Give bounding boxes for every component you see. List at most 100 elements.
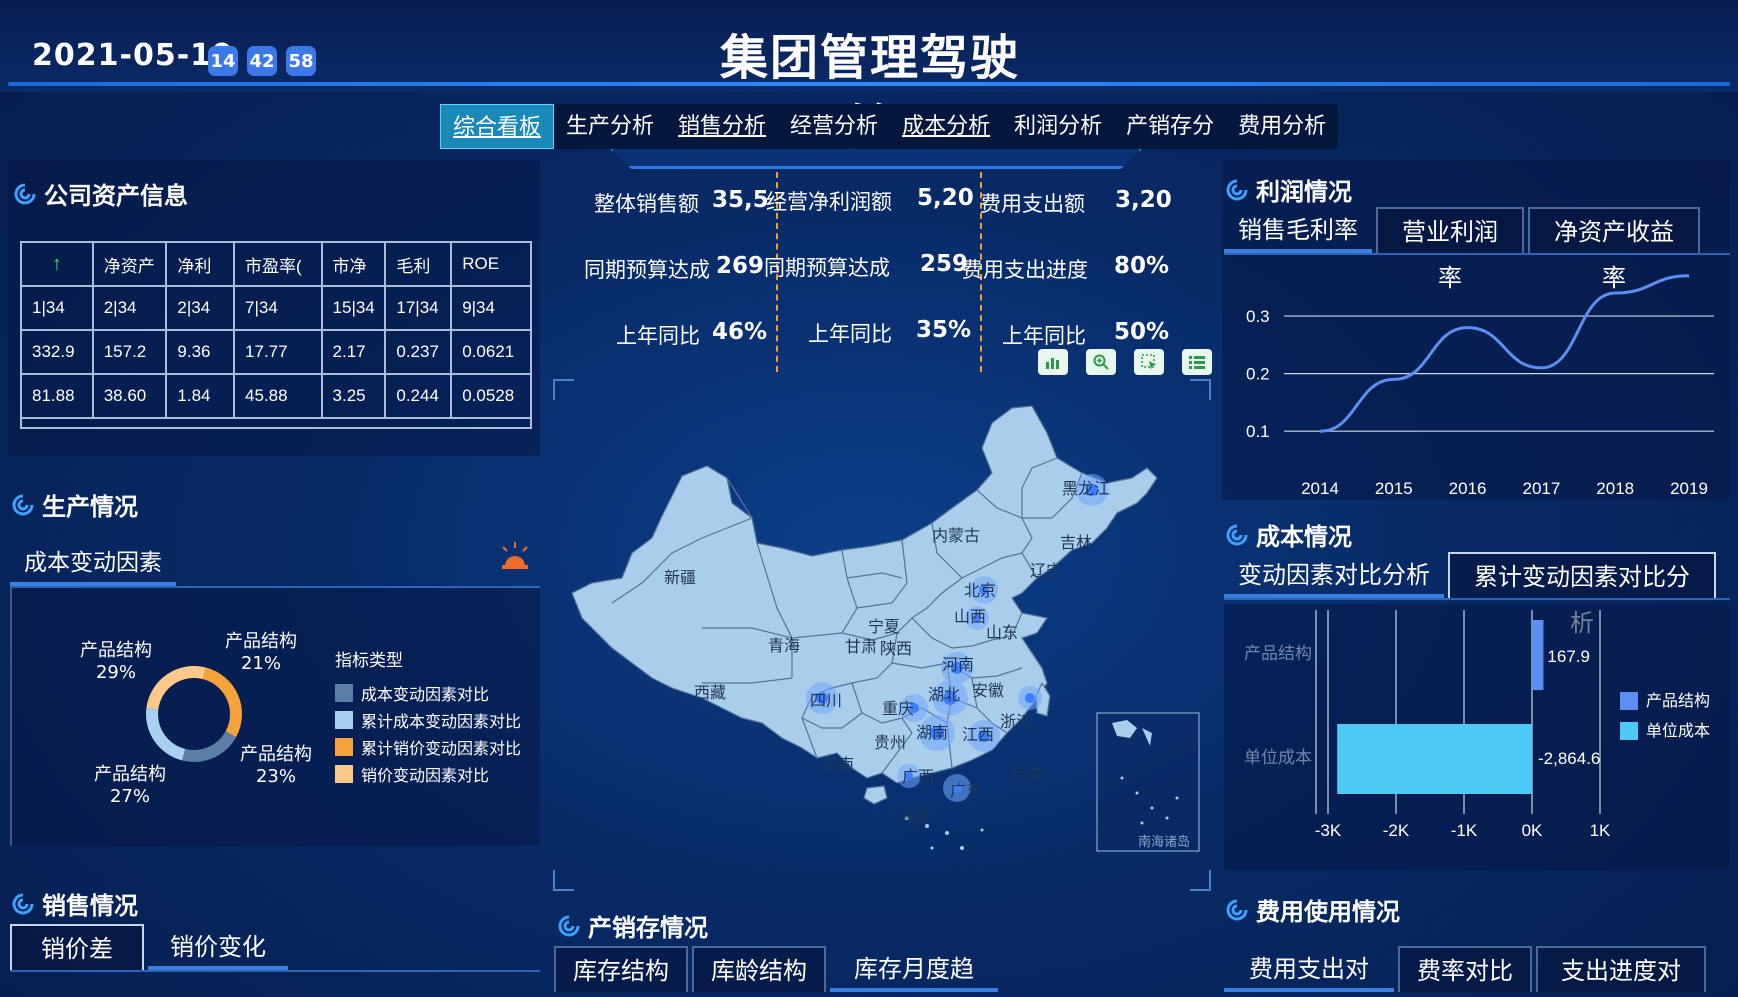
province-label: 台湾 bbox=[1010, 766, 1042, 784]
table-cell: 157.2 bbox=[91, 329, 168, 375]
kpi-label: 同期预算达成 bbox=[584, 258, 710, 282]
tab-expense-compare[interactable]: 费用支出对比 bbox=[1224, 946, 1394, 992]
swirl-icon bbox=[14, 183, 36, 204]
nav-tab-sales[interactable]: 销售分析 bbox=[666, 104, 778, 149]
time-hours: 14 bbox=[208, 46, 238, 76]
pie-slice[interactable] bbox=[202, 667, 242, 738]
tab-inventory-structure[interactable]: 库存结构 bbox=[554, 946, 688, 992]
zoom-in-icon[interactable] bbox=[1086, 349, 1116, 375]
profit-title-text: 利润情况 bbox=[1256, 178, 1352, 206]
tab-price-diff[interactable]: 销价差 bbox=[10, 924, 144, 970]
legend-item[interactable]: 销价变动因素对比 bbox=[335, 760, 521, 787]
province-label: 重庆 bbox=[882, 700, 914, 718]
data-view-icon[interactable] bbox=[1182, 349, 1212, 375]
kpi-value: 80% bbox=[1114, 253, 1170, 279]
table-cell: 0.244 bbox=[384, 373, 453, 419]
legend-swatch bbox=[335, 764, 353, 783]
nav-tab-inventory[interactable]: 产销存分 bbox=[1114, 104, 1226, 149]
kpi-label: 经营净利润额 bbox=[766, 190, 892, 214]
legend-item[interactable]: 累计销价变动因素对比 bbox=[335, 733, 521, 760]
tab-cost-factors[interactable]: 成本变动因素 bbox=[10, 540, 176, 586]
tab-rate-compare[interactable]: 费率对比 bbox=[1398, 946, 1532, 992]
nav-tab-expense[interactable]: 费用分析 bbox=[1226, 104, 1338, 149]
tab-inventory-monthly[interactable]: 库存月度趋势 bbox=[830, 946, 998, 992]
series-line[interactable] bbox=[1319, 274, 1690, 433]
nav-tab-operations[interactable]: 经营分析 bbox=[778, 104, 890, 149]
province-label: 山东 bbox=[986, 624, 1018, 642]
kpi-value: 259 bbox=[920, 251, 969, 277]
donut-label: 产品结构 21% bbox=[225, 631, 297, 674]
province-label: 海南 bbox=[898, 808, 930, 826]
tab-roe[interactable]: 净资产收益率 bbox=[1528, 207, 1700, 292]
x-tick-label: 2014 bbox=[1301, 479, 1339, 498]
alarm-icon[interactable] bbox=[498, 540, 532, 574]
province-label: 山西 bbox=[954, 608, 986, 626]
legend-item[interactable]: 成本变动因素对比 bbox=[335, 679, 521, 706]
bar-data-label: -2,864.6 bbox=[1538, 749, 1600, 768]
donut-label: 产品结构 29% bbox=[80, 640, 152, 683]
province-label: 贵州 bbox=[874, 734, 906, 752]
table-cell: 7|34 bbox=[233, 285, 323, 331]
province-label: 辽宁 bbox=[1030, 562, 1062, 580]
kpi-value: 46% bbox=[712, 319, 768, 345]
legend-item[interactable]: 累计成本变动因素对比 bbox=[335, 706, 521, 733]
bar[interactable] bbox=[1337, 724, 1532, 794]
table-header-cell: 净利 bbox=[165, 241, 236, 287]
table-cell: 15|34 bbox=[320, 285, 387, 331]
table-cell: 0.0528 bbox=[450, 373, 532, 419]
table-cell: 9|34 bbox=[450, 285, 532, 331]
inventory-section-title: 产销存情况 bbox=[558, 908, 708, 943]
assets-table: ↑ 净资产 净利 市盈率( 市净 毛利 ROE 1|34 2|34 2|34 7… bbox=[20, 241, 532, 419]
tab-operating-margin[interactable]: 营业利润率 bbox=[1376, 207, 1524, 292]
production-section-title: 生产情况 bbox=[12, 487, 138, 522]
select-area-icon[interactable] bbox=[1134, 349, 1164, 375]
nav-tab-overview[interactable]: 综合看板 bbox=[440, 104, 555, 149]
legend-label[interactable]: 单位成本 bbox=[1646, 722, 1710, 740]
cost-tabs: 变动因素对比分析 累计变动因素对比分析 bbox=[1224, 552, 1730, 637]
x-tick-label: 2018 bbox=[1596, 479, 1634, 498]
table-cell: 9.36 bbox=[165, 329, 236, 375]
y-category-label: 产品结构 bbox=[1244, 644, 1312, 663]
time-seconds: 58 bbox=[286, 46, 316, 76]
x-tick-label: 0K bbox=[1522, 821, 1543, 840]
legend-label[interactable]: 产品结构 bbox=[1646, 692, 1710, 710]
tab-price-change[interactable]: 销价变化 bbox=[148, 924, 288, 970]
table-header-row: ↑ 净资产 净利 市盈率( 市净 毛利 ROE bbox=[20, 241, 532, 287]
sales-tabs: 销价差 销价变化 bbox=[10, 924, 540, 972]
pie-slice[interactable] bbox=[146, 666, 206, 710]
bar[interactable] bbox=[1532, 620, 1544, 690]
tab-gross-margin[interactable]: 销售毛利率 bbox=[1224, 207, 1372, 253]
pie-slice[interactable] bbox=[182, 731, 237, 762]
x-tick-label: 2019 bbox=[1670, 479, 1708, 498]
province-label: 吉林 bbox=[1060, 534, 1092, 552]
tab-progress-compare[interactable]: 支出进度对比 bbox=[1536, 946, 1706, 992]
pie-slice[interactable] bbox=[146, 708, 186, 761]
y-tick-label: 0.3 bbox=[1246, 307, 1270, 326]
nav-tab-profit[interactable]: 利润分析 bbox=[1002, 104, 1114, 149]
table-cell: 332.9 bbox=[20, 329, 94, 375]
sort-arrow-icon[interactable]: ↑ bbox=[20, 241, 94, 287]
cost-variance-bar-chart: -3K -2K -1K 0K 1K 产品结构单位成本 167.9 -2,864.6 产品结构单位… bbox=[1244, 610, 1710, 840]
tab-variance-analysis[interactable]: 变动因素对比分析 bbox=[1224, 552, 1444, 598]
table-header-cell: 市盈率( bbox=[233, 241, 323, 287]
province-label: 宁夏 bbox=[868, 618, 900, 636]
table-cell: 45.88 bbox=[233, 373, 323, 419]
tab-cumulative-variance[interactable]: 累计变动因素对比分析 bbox=[1448, 552, 1716, 637]
production-title-text: 生产情况 bbox=[42, 493, 138, 521]
chart-type-icon[interactable] bbox=[1038, 349, 1068, 375]
profit-tabs: 销售毛利率 营业利润率 净资产收益率 bbox=[1224, 207, 1730, 292]
inventory-tabs: 库存结构 库龄结构 库存月度趋势 bbox=[554, 946, 1214, 992]
nav-tab-cost[interactable]: 成本分析 bbox=[890, 104, 1002, 149]
table-cell: 2.17 bbox=[320, 329, 387, 375]
province-label: 河南 bbox=[942, 656, 974, 674]
nav-tab-production[interactable]: 生产分析 bbox=[554, 104, 666, 149]
tab-inventory-age[interactable]: 库龄结构 bbox=[692, 946, 826, 992]
table-row: 81.88 38.60 1.84 45.88 3.25 0.244 0.0528 bbox=[20, 373, 532, 419]
table-row: 1|34 2|34 2|34 7|34 15|34 17|34 9|34 bbox=[20, 285, 532, 331]
province-label: 黑龙江 bbox=[1062, 480, 1110, 498]
main-nav: 综合看板 生产分析 销售分析 经营分析 成本分析 利润分析 产销存分 费用分析 bbox=[440, 104, 1339, 149]
province-label: 江西 bbox=[962, 726, 994, 744]
profit-section-title: 利润情况 bbox=[1226, 172, 1352, 207]
legend-swatch bbox=[1620, 722, 1638, 740]
china-map[interactable]: 南海诸岛 新疆 西藏 青海 甘肃 内蒙古 黑龙江 吉林 辽宁 宁夏 陕西 山东 … bbox=[552, 378, 1212, 892]
